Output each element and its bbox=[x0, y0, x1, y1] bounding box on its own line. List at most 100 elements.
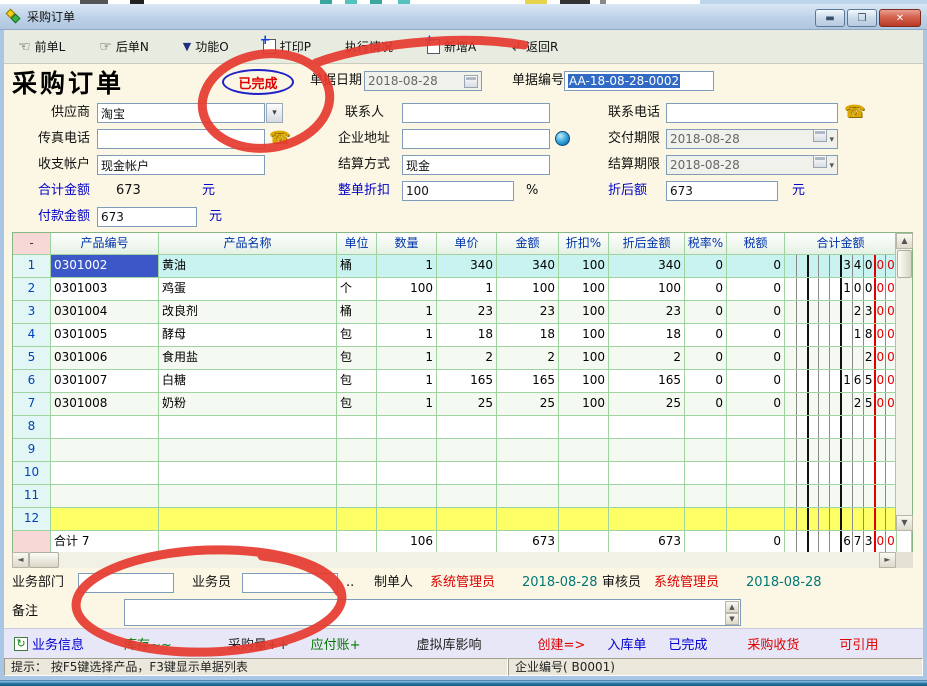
horizontal-scrollbar[interactable]: ◄ ► bbox=[12, 552, 913, 568]
table-row-5[interactable]: 50301006食用盐包122100200200 bbox=[13, 347, 912, 370]
table-cell[interactable]: 0301006 bbox=[51, 347, 159, 370]
doc-date-input[interactable]: 2018-08-28 bbox=[364, 71, 482, 91]
table-cell[interactable]: 0301008 bbox=[51, 393, 159, 416]
table-cell[interactable]: 0 bbox=[727, 370, 785, 393]
column-header[interactable]: 产品名称 bbox=[159, 233, 337, 255]
table-cell[interactable]: 0301007 bbox=[51, 370, 159, 393]
table-cell[interactable] bbox=[377, 485, 437, 508]
table-cell[interactable] bbox=[559, 416, 609, 439]
table-cell[interactable]: 奶粉 bbox=[159, 393, 337, 416]
column-header[interactable]: 产品编号 bbox=[51, 233, 159, 255]
table-cell[interactable] bbox=[337, 485, 377, 508]
table-cell[interactable] bbox=[437, 439, 497, 462]
contact-input[interactable] bbox=[402, 103, 550, 123]
payment-amount-input[interactable] bbox=[97, 207, 197, 227]
action-item-2[interactable]: 库存~~ bbox=[124, 634, 172, 653]
supplier-dropdown-button[interactable]: ▾ bbox=[266, 103, 283, 123]
table-cell[interactable]: 0301002 bbox=[51, 255, 159, 278]
table-cell[interactable]: 1 bbox=[377, 255, 437, 278]
table-cell[interactable] bbox=[497, 439, 559, 462]
table-cell[interactable]: 100 bbox=[559, 393, 609, 416]
table-cell[interactable]: 100 bbox=[497, 278, 559, 301]
table-cell[interactable]: 0301003 bbox=[51, 278, 159, 301]
table-cell[interactable]: 1 bbox=[377, 370, 437, 393]
table-row-7[interactable]: 70301008奶粉包1252510025002500 bbox=[13, 393, 912, 416]
table-cell[interactable] bbox=[377, 416, 437, 439]
table-cell[interactable]: 12 bbox=[13, 508, 51, 531]
table-cell[interactable] bbox=[51, 508, 159, 531]
table-cell[interactable]: 桶 bbox=[337, 301, 377, 324]
table-cell[interactable]: 0 bbox=[685, 347, 727, 370]
table-cell[interactable] bbox=[727, 439, 785, 462]
vertical-scroll-thumb[interactable] bbox=[897, 250, 912, 278]
table-cell[interactable]: 23 bbox=[497, 301, 559, 324]
column-header[interactable]: 数量 bbox=[377, 233, 437, 255]
action-item-5[interactable]: 虚拟库影响 bbox=[417, 634, 482, 653]
browse-dots[interactable]: .. bbox=[346, 573, 354, 593]
table-cell[interactable] bbox=[559, 462, 609, 485]
table-cell[interactable]: 100 bbox=[559, 324, 609, 347]
table-cell[interactable]: 1 bbox=[377, 324, 437, 347]
column-header[interactable]: 税额 bbox=[727, 233, 785, 255]
table-cell[interactable] bbox=[497, 485, 559, 508]
table-cell[interactable]: 340 bbox=[497, 255, 559, 278]
table-cell[interactable] bbox=[337, 416, 377, 439]
table-cell[interactable]: 0 bbox=[685, 301, 727, 324]
table-cell[interactable]: 5 bbox=[13, 347, 51, 370]
table-cell[interactable] bbox=[497, 416, 559, 439]
table-cell[interactable]: 25 bbox=[437, 393, 497, 416]
table-row-6[interactable]: 60301007白糖包11651651001650016500 bbox=[13, 370, 912, 393]
table-row-1[interactable]: 10301002黄油桶13403401003400034000 bbox=[13, 255, 912, 278]
column-header[interactable]: 折后金额 bbox=[609, 233, 685, 255]
table-cell[interactable]: 10 bbox=[13, 462, 51, 485]
scroll-left-icon[interactable]: ◄ bbox=[12, 552, 29, 568]
table-row-12[interactable]: 12 bbox=[13, 508, 912, 531]
scroll-down-icon[interactable]: ▼ bbox=[896, 515, 913, 531]
action-item-8[interactable]: 已完成 bbox=[668, 634, 707, 653]
table-cell[interactable] bbox=[159, 462, 337, 485]
remark-input[interactable]: ▲▼ bbox=[124, 599, 741, 626]
spin-up-icon[interactable]: ▲ bbox=[725, 601, 739, 613]
table-cell[interactable]: 4 bbox=[13, 324, 51, 347]
table-cell[interactable]: 桶 bbox=[337, 255, 377, 278]
action-item-9[interactable]: 采购收货 bbox=[747, 634, 799, 653]
table-cell[interactable]: 1 bbox=[377, 347, 437, 370]
toolbar-button-3[interactable]: ▼功能O bbox=[183, 38, 229, 55]
column-header[interactable]: - bbox=[13, 233, 51, 255]
scroll-up-icon[interactable]: ▲ bbox=[896, 233, 913, 249]
table-cell[interactable]: 包 bbox=[337, 370, 377, 393]
toolbar-button-2[interactable]: ☞后单N bbox=[99, 38, 149, 55]
table-cell[interactable]: 11 bbox=[13, 485, 51, 508]
table-cell[interactable] bbox=[727, 485, 785, 508]
table-cell[interactable]: 165 bbox=[609, 370, 685, 393]
table-cell[interactable] bbox=[609, 485, 685, 508]
table-cell[interactable] bbox=[609, 462, 685, 485]
table-cell[interactable]: 2 bbox=[497, 347, 559, 370]
table-cell[interactable]: 18 bbox=[609, 324, 685, 347]
table-row-9[interactable]: 9 bbox=[13, 439, 912, 462]
calendar-icon[interactable] bbox=[464, 75, 478, 88]
table-row-4[interactable]: 40301005酵母包1181810018001800 bbox=[13, 324, 912, 347]
table-cell[interactable] bbox=[685, 485, 727, 508]
action-item-10[interactable]: 可引用 bbox=[839, 634, 878, 653]
table-cell[interactable]: 2 bbox=[437, 347, 497, 370]
table-cell[interactable] bbox=[437, 485, 497, 508]
contact-phone-input[interactable] bbox=[666, 103, 838, 123]
table-cell[interactable]: 18 bbox=[437, 324, 497, 347]
table-cell[interactable] bbox=[559, 485, 609, 508]
toolbar-button-1[interactable]: ☜前单L bbox=[18, 38, 65, 55]
action-item-3[interactable]: 采购量++ bbox=[228, 634, 289, 653]
table-row-8[interactable]: 8 bbox=[13, 416, 912, 439]
table-cell[interactable]: 包 bbox=[337, 324, 377, 347]
table-cell[interactable] bbox=[559, 508, 609, 531]
table-cell[interactable] bbox=[159, 485, 337, 508]
table-cell[interactable]: 6 bbox=[13, 370, 51, 393]
table-cell[interactable]: 0 bbox=[685, 278, 727, 301]
table-cell[interactable] bbox=[727, 416, 785, 439]
table-cell[interactable]: 2 bbox=[609, 347, 685, 370]
table-cell[interactable] bbox=[159, 439, 337, 462]
toolbar-button-5[interactable]: 执行情况 bbox=[345, 38, 393, 55]
table-cell[interactable]: 包 bbox=[337, 393, 377, 416]
table-row-10[interactable]: 10 bbox=[13, 462, 912, 485]
table-cell[interactable]: 2 bbox=[13, 278, 51, 301]
